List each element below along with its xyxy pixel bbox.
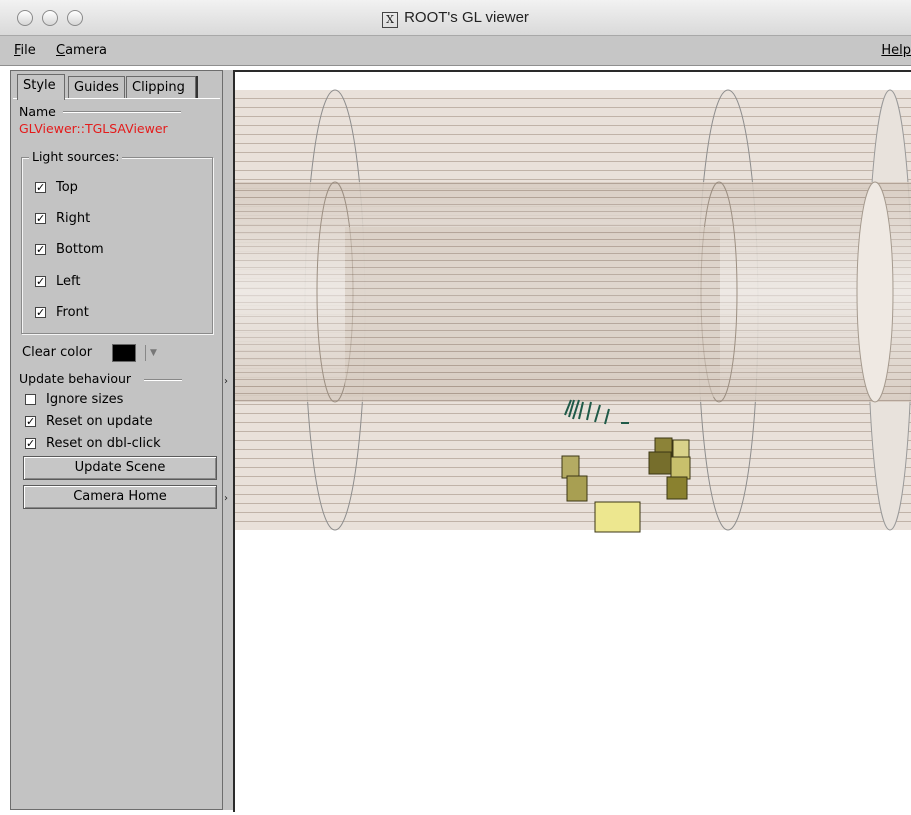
checkbox-ignore-sizes[interactable] (25, 394, 36, 405)
menu-camera-mnemonic: C (56, 43, 66, 58)
reset-on-dbl-click-label: Reset on dbl-click (46, 436, 161, 451)
name-label: Name (19, 104, 56, 119)
tab-bar: Style Guides Clipping (13, 74, 218, 100)
menu-bar: File Camera Help (0, 36, 911, 66)
menu-file-label: ile (20, 43, 36, 58)
tab-style[interactable]: Style (17, 74, 65, 100)
menu-help-label: Help (881, 43, 911, 58)
editor-panel: Style Guides Clipping Name GLViewer::TGL… (10, 70, 223, 810)
checkbox-light-left[interactable]: ✓ (35, 276, 46, 287)
menu-camera-label: amera (65, 43, 108, 58)
checkbox-light-right[interactable]: ✓ (35, 213, 46, 224)
light-sources-group (21, 157, 213, 334)
name-rule (63, 111, 181, 113)
splitter-arrow-icon-2[interactable]: › (224, 493, 228, 504)
title-bar: X ROOT's GL viewer (0, 0, 911, 36)
clear-color-swatch[interactable] (112, 344, 136, 362)
checkbox-reset-on-dbl-click[interactable]: ✓ (25, 438, 36, 449)
update-behaviour-label: Update behaviour (19, 371, 132, 386)
tab-guides[interactable]: Guides (68, 76, 125, 98)
gl-viewport[interactable] (233, 70, 911, 812)
checkbox-light-bottom[interactable]: ✓ (35, 244, 46, 255)
light-left-label: Left (56, 274, 81, 289)
window-title-text: ROOT's GL viewer (404, 9, 529, 26)
clear-color-dropdown-icon[interactable]: ▼ (145, 345, 157, 361)
checkbox-reset-on-update[interactable]: ✓ (25, 416, 36, 427)
splitter-arrow-icon[interactable]: › (224, 376, 228, 387)
light-front-label: Front (56, 305, 89, 320)
light-sources-title: Light sources: (29, 149, 123, 164)
viewer-name-value: GLViewer::TGLSAViewer (19, 121, 168, 136)
window-title: X ROOT's GL viewer (0, 9, 911, 28)
tab-separator (196, 76, 198, 98)
menu-camera[interactable]: Camera (56, 43, 107, 58)
x11-icon: X (382, 12, 399, 28)
light-bottom-label: Bottom (56, 242, 104, 257)
update-behaviour-rule (144, 379, 182, 381)
tab-clipping[interactable]: Clipping (126, 76, 196, 98)
light-top-label: Top (56, 180, 78, 195)
reset-on-update-label: Reset on update (46, 414, 153, 429)
menu-help[interactable]: Help (881, 43, 911, 58)
ignore-sizes-label: Ignore sizes (46, 392, 124, 407)
light-right-label: Right (56, 211, 91, 226)
scene-canvas[interactable] (235, 72, 911, 812)
camera-home-button[interactable]: Camera Home (23, 485, 217, 509)
clear-color-label: Clear color (22, 345, 93, 360)
update-scene-button[interactable]: Update Scene (23, 456, 217, 480)
panel-splitter[interactable] (223, 70, 233, 810)
menu-file[interactable]: File (14, 43, 36, 58)
inner-barrel (235, 181, 911, 403)
checkbox-light-front[interactable]: ✓ (35, 307, 46, 318)
checkbox-light-top[interactable]: ✓ (35, 182, 46, 193)
